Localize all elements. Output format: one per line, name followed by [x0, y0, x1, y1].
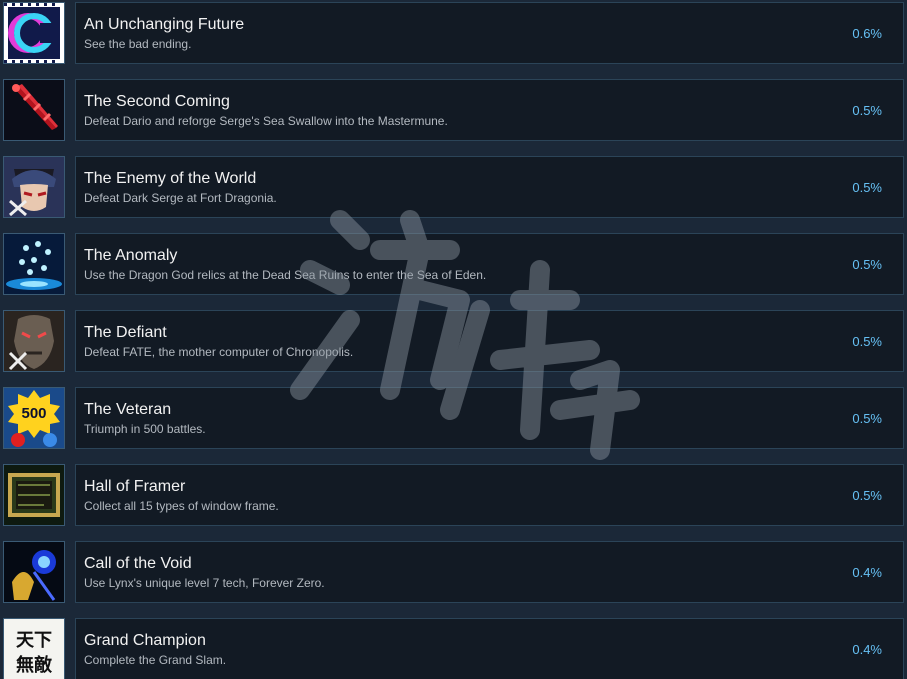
achievement-description: Triumph in 500 battles.	[84, 422, 206, 436]
achievement-row: The Second Coming Defeat Dario and reforg…	[0, 77, 907, 143]
achievement-description: Complete the Grand Slam.	[84, 653, 227, 667]
achievement-title: The Second Coming	[84, 93, 230, 110]
500-battles-icon: 500	[3, 387, 65, 449]
dark-serge-icon	[3, 156, 65, 218]
unlock-percentage: 0.4%	[852, 565, 882, 580]
achievement-description: Use Lynx's unique level 7 tech, Forever …	[84, 576, 325, 590]
achievement-title: The Enemy of the World	[84, 170, 257, 187]
badge-text-bottom: 無敵	[16, 654, 53, 676]
achievement-description: Collect all 15 types of window frame.	[84, 499, 279, 513]
achievement-card: Hall of Framer Collect all 15 types of wi…	[75, 464, 904, 526]
ending-icon	[3, 2, 65, 64]
grand-champion-icon: 天下 無敵	[3, 618, 65, 679]
mastermune-sword-icon	[3, 79, 65, 141]
achievement-description: See the bad ending.	[84, 37, 192, 51]
achievement-row: Hall of Framer Collect all 15 types of wi…	[0, 462, 907, 528]
achievement-description: Defeat Dario and reforge Serge's Sea Swa…	[84, 114, 448, 128]
achievement-row: 500 The Veteran Triumph in 500 battles. 0.…	[0, 385, 907, 451]
unlock-percentage: 0.5%	[852, 257, 882, 272]
unlock-percentage: 0.5%	[852, 334, 882, 349]
unlock-percentage: 0.5%	[852, 411, 882, 426]
achievement-card: The Defiant Defeat FATE, the mother compu…	[75, 310, 904, 372]
achievement-title: Hall of Framer	[84, 478, 186, 495]
unlock-percentage: 0.5%	[852, 180, 882, 195]
fate-icon	[3, 310, 65, 372]
achievement-title: The Veteran	[84, 401, 172, 418]
achievement-card: An Unchanging Future See the bad ending. 0…	[75, 2, 904, 64]
achievement-list: An Unchanging Future See the bad ending. 0…	[0, 0, 907, 679]
achievement-card: The Anomaly Use the Dragon God relics at …	[75, 233, 904, 295]
achievement-card: The Veteran Triumph in 500 battles. 0.5%	[75, 387, 904, 449]
achievement-row: The Defiant Defeat FATE, the mother compu…	[0, 308, 907, 374]
achievement-card: The Second Coming Defeat Dario and reforg…	[75, 79, 904, 141]
achievement-card: The Enemy of the World Defeat Dark Serge …	[75, 156, 904, 218]
achievement-row: Call of the Void Use Lynx's unique level …	[0, 539, 907, 605]
unlock-percentage: 0.5%	[852, 103, 882, 118]
achievement-description: Use the Dragon God relics at the Dead Se…	[84, 268, 487, 282]
achievement-title: An Unchanging Future	[84, 16, 245, 33]
unlock-percentage: 0.4%	[852, 642, 882, 657]
achievement-card: Call of the Void Use Lynx's unique level …	[75, 541, 904, 603]
achievement-description: Defeat FATE, the mother computer of Chro…	[84, 345, 354, 359]
unlock-percentage: 0.5%	[852, 488, 882, 503]
achievement-row: The Enemy of the World Defeat Dark Serge …	[0, 154, 907, 220]
achievement-title: The Anomaly	[84, 247, 178, 264]
achievement-title: Call of the Void	[84, 555, 192, 572]
badge-text: 500	[21, 405, 46, 422]
window-frame-icon	[3, 464, 65, 526]
unlock-percentage: 0.6%	[852, 26, 882, 41]
achievement-title: The Defiant	[84, 324, 167, 341]
lynx-icon	[3, 541, 65, 603]
badge-text-top: 天下	[16, 630, 52, 651]
achievement-row: The Anomaly Use the Dragon God relics at …	[0, 231, 907, 297]
achievement-title: Grand Champion	[84, 632, 206, 649]
achievement-description: Defeat Dark Serge at Fort Dragonia.	[84, 191, 277, 205]
achievement-card: Grand Champion Complete the Grand Slam. 0.…	[75, 618, 904, 679]
achievement-row: An Unchanging Future See the bad ending. 0…	[0, 0, 907, 66]
sea-of-eden-icon	[3, 233, 65, 295]
achievement-row: 天下 無敵 Grand Champion Complete the Grand Sl…	[0, 616, 907, 679]
